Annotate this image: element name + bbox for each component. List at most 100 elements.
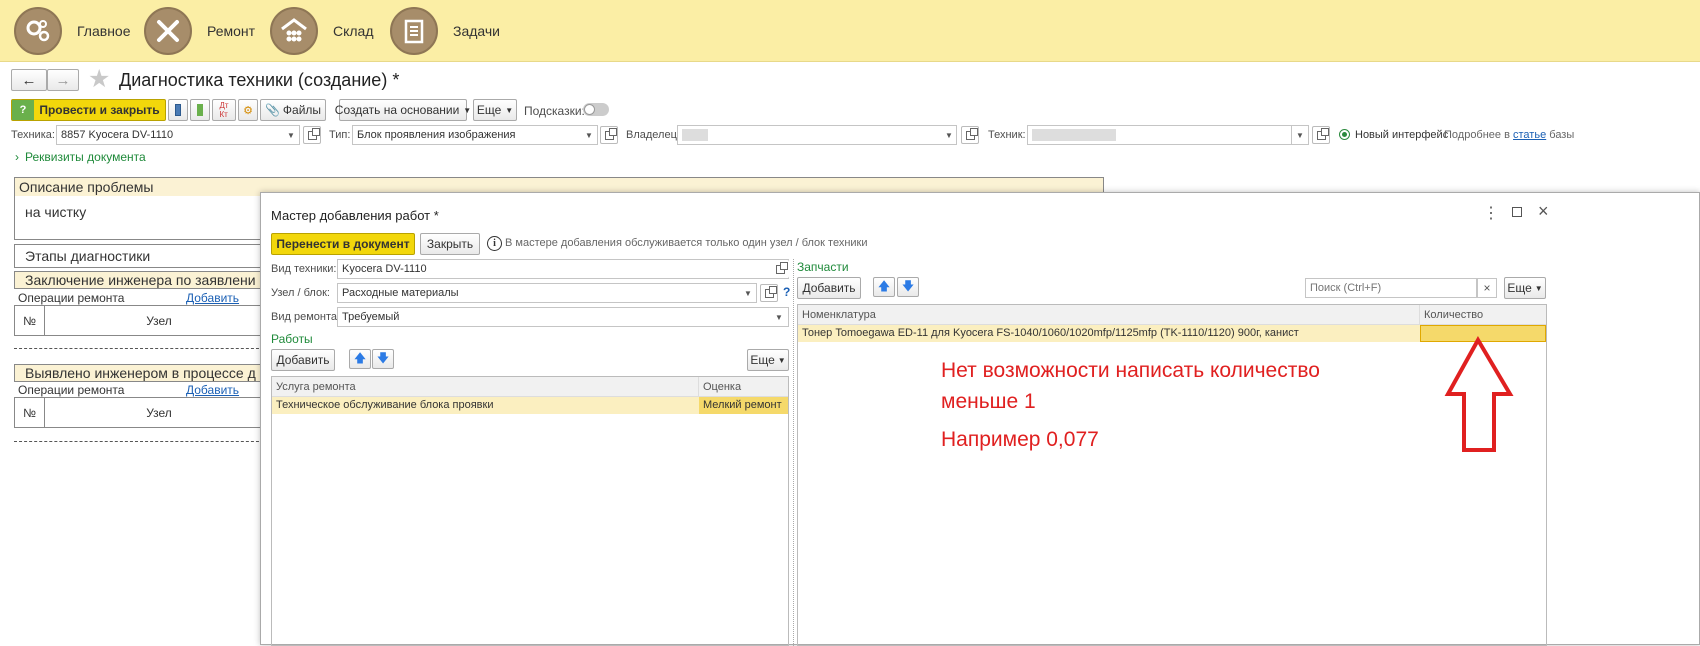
tech-field[interactable]: 8857 Kyocera DV-1110 — [56, 125, 300, 145]
technician-field[interactable] — [1027, 125, 1309, 145]
divider — [14, 441, 264, 442]
transfer-button[interactable]: Перенести в документ — [271, 233, 415, 255]
chevron-down-icon[interactable]: ▼ — [940, 125, 958, 145]
more-button[interactable]: Еще ▼ — [473, 99, 517, 121]
parts-table: Номенклатура Количество Тонер Tomoegawa … — [797, 304, 1547, 646]
open-icon — [775, 261, 788, 274]
section-label: Склад — [333, 23, 374, 39]
open-button[interactable] — [961, 126, 979, 144]
chevron-down-icon: ▼ — [505, 105, 514, 115]
tasks-icon — [390, 7, 438, 55]
section-repair[interactable]: Ремонт — [144, 7, 255, 55]
open-button[interactable] — [303, 126, 321, 144]
section-main[interactable]: Главное — [14, 7, 131, 55]
create-based-button[interactable]: Создать на основании ▼ — [335, 99, 471, 121]
add-link[interactable]: Добавить — [186, 383, 239, 397]
splitter[interactable] — [793, 259, 794, 646]
add-work-button[interactable]: Добавить — [271, 349, 335, 371]
cell-service: Техническое обслуживание блока проявки — [276, 399, 494, 411]
table-row[interactable]: Техническое обслуживание блока проявки М… — [272, 397, 788, 414]
table-row[interactable]: Тонер Tomoegawa ED-11 для Kyocera FS-104… — [798, 325, 1546, 342]
open-button[interactable] — [771, 260, 789, 278]
dialog-title: Мастер добавления работ * — [271, 208, 439, 223]
radio-icon[interactable] — [1339, 129, 1350, 140]
ops-table-header: № Узел — [14, 397, 274, 428]
chevron-right-icon: › — [15, 150, 19, 164]
arrow-up-icon: 🡅 — [353, 350, 367, 365]
clear-search-button[interactable]: × — [1477, 278, 1497, 298]
kebab-menu-icon[interactable]: ⋮ — [1483, 203, 1499, 223]
open-icon — [604, 127, 617, 140]
floppy-icon — [175, 104, 181, 116]
open-button[interactable] — [760, 284, 778, 302]
more-label: Еще — [750, 353, 775, 367]
move-up-button[interactable]: 🡅 — [873, 277, 895, 297]
more-label: Еще — [476, 103, 502, 117]
chevron-down-icon[interactable]: ▼ — [739, 283, 757, 303]
structure-button[interactable]: ⚙ — [238, 99, 258, 121]
arrow-left-icon: ← — [21, 71, 37, 89]
add-part-button[interactable]: Добавить — [797, 277, 861, 299]
col-no: № — [15, 306, 45, 335]
open-button[interactable] — [1312, 126, 1330, 144]
close-button[interactable]: Закрыть — [420, 233, 480, 255]
back-button[interactable]: ← — [11, 69, 47, 91]
found-header: Выявлено инженером в процессе д — [14, 364, 274, 382]
move-down-button[interactable]: 🡇 — [372, 349, 394, 369]
info-icon: i — [487, 236, 502, 251]
chevron-down-icon[interactable]: ▼ — [1291, 125, 1309, 145]
open-icon — [1316, 127, 1329, 140]
repair-field[interactable]: Требуемый — [337, 307, 789, 327]
warehouse-icon — [270, 7, 318, 55]
post-close-button[interactable]: ? Провести и закрыть — [11, 99, 166, 121]
chevron-down-icon: ▼ — [777, 355, 786, 365]
owner-label: Владелец: — [626, 129, 680, 141]
search-input[interactable] — [1305, 278, 1477, 298]
section-warehouse[interactable]: Склад — [270, 7, 374, 55]
type-field[interactable]: Блок проявления изображения — [352, 125, 598, 145]
annotation-text-2: меньше 1 — [941, 390, 1036, 413]
chevron-down-icon[interactable]: ▼ — [282, 125, 300, 145]
chevron-down-icon[interactable]: ▼ — [580, 125, 598, 145]
owner-field[interactable] — [677, 125, 957, 145]
col-node: Узел — [146, 313, 172, 328]
chevron-down-icon[interactable]: ▼ — [770, 307, 788, 327]
parts-header: Запчасти — [797, 260, 849, 274]
col-service: Услуга ремонта — [272, 377, 699, 397]
details-link[interactable]: статье — [1513, 129, 1546, 141]
annotation-text-1: Нет возможности написать количество — [941, 359, 1320, 382]
forward-button[interactable]: → — [47, 69, 79, 91]
post-button[interactable] — [190, 99, 210, 121]
kind-field[interactable]: Kyocera DV-1110 — [337, 259, 789, 279]
close-icon: × — [1483, 281, 1491, 295]
col-quantity: Количество — [1420, 305, 1546, 325]
ops-label: Операции ремонта — [18, 383, 125, 397]
ops-table-header: № Узел — [14, 305, 274, 336]
col-node: Узел — [146, 405, 172, 420]
save-button[interactable] — [168, 99, 188, 121]
details-prefix: Подробнее в — [1444, 129, 1510, 141]
chevron-down-icon: ▼ — [463, 105, 472, 115]
blurred-value — [682, 129, 708, 141]
star-icon[interactable]: ★ — [88, 64, 110, 94]
kind-label: Вид техники: — [271, 263, 337, 275]
technician-label: Техник: — [988, 129, 1026, 141]
hints-toggle[interactable] — [583, 103, 609, 116]
requisites-toggle[interactable]: › Реквизиты документа — [15, 150, 146, 164]
maximize-icon[interactable] — [1512, 207, 1522, 217]
files-button[interactable]: 📎 Файлы — [260, 99, 326, 121]
help-link[interactable]: ? — [783, 285, 790, 299]
arrow-down-icon: 🡇 — [901, 278, 915, 293]
open-button[interactable] — [600, 126, 618, 144]
add-link[interactable]: Добавить — [186, 291, 239, 305]
ops-label: Операции ремонта — [18, 291, 125, 305]
works-more-button[interactable]: Еще ▼ — [747, 349, 789, 371]
arrow-up-icon: 🡅 — [877, 278, 891, 293]
move-up-button[interactable]: 🡅 — [349, 349, 371, 369]
dt-kt-button[interactable]: Дт Кт — [212, 99, 236, 121]
move-down-button[interactable]: 🡇 — [897, 277, 919, 297]
close-icon[interactable]: × — [1538, 201, 1549, 222]
node-field[interactable]: Расходные материалы — [337, 283, 757, 303]
parts-more-button[interactable]: Еще ▼ — [1504, 277, 1546, 299]
section-tasks[interactable]: Задачи — [390, 7, 500, 55]
